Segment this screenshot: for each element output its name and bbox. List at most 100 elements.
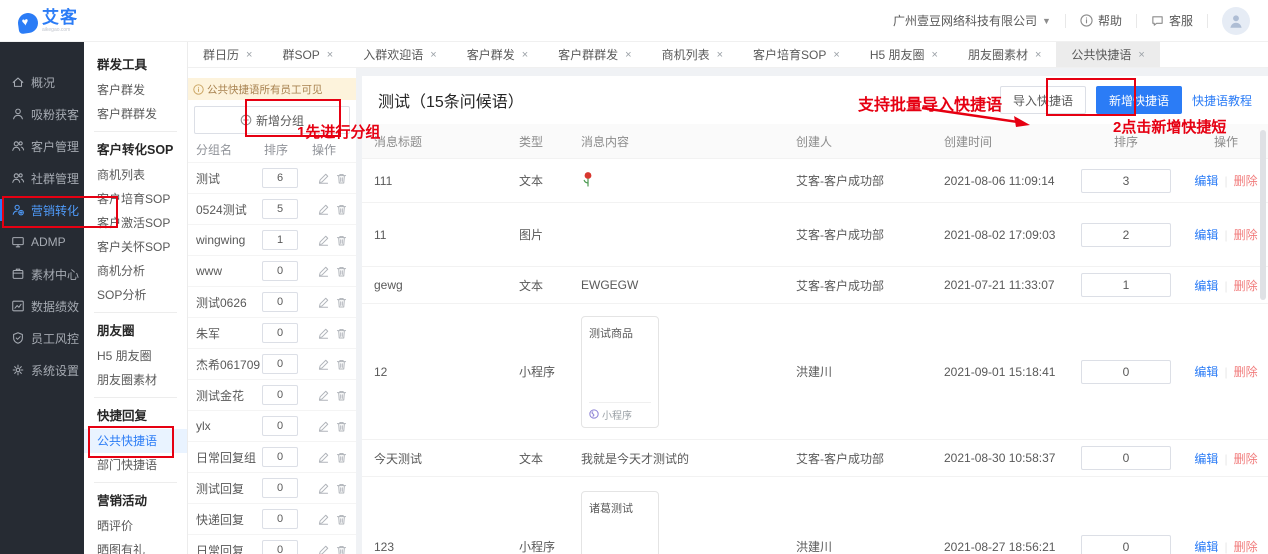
sort-input[interactable]: [1081, 168, 1171, 193]
trash-icon[interactable]: [335, 482, 348, 495]
tab-close-icon[interactable]: ×: [717, 49, 723, 61]
group-sort-input[interactable]: 0: [262, 261, 298, 281]
pencil-icon[interactable]: [317, 203, 330, 216]
edit-link[interactable]: 编辑: [1194, 540, 1218, 554]
submenu-item[interactable]: 客户群群发: [84, 102, 187, 126]
tab-close-icon[interactable]: ×: [833, 49, 839, 61]
group-row[interactable]: 测试 6: [188, 162, 356, 193]
pencil-icon[interactable]: [317, 451, 330, 464]
submenu-item[interactable]: 商机列表: [84, 163, 187, 187]
pencil-icon[interactable]: [317, 265, 330, 278]
vertical-scrollbar[interactable]: [1260, 130, 1266, 300]
edit-link[interactable]: 编辑: [1194, 174, 1218, 188]
tab[interactable]: 商机列表 ×: [647, 42, 738, 67]
delete-link[interactable]: 删除: [1234, 228, 1258, 242]
trash-icon[interactable]: [335, 544, 348, 554]
trash-icon[interactable]: [335, 296, 348, 309]
sidebar-item[interactable]: 社群管理: [0, 162, 84, 194]
submenu-item[interactable]: 部门快捷语: [84, 453, 187, 477]
tab[interactable]: 公共快捷语 ×: [1056, 42, 1160, 67]
pencil-icon[interactable]: [317, 420, 330, 433]
submenu-item[interactable]: SOP分析: [84, 283, 187, 307]
group-row[interactable]: 测试回复 0: [188, 472, 356, 503]
pencil-icon[interactable]: [317, 544, 330, 554]
customer-service-button[interactable]: 客服: [1151, 12, 1193, 29]
pencil-icon[interactable]: [317, 482, 330, 495]
group-sort-input[interactable]: 1: [262, 230, 298, 250]
group-sort-input[interactable]: 0: [262, 478, 298, 498]
submenu-item[interactable]: 客户激活SOP: [84, 211, 187, 235]
sidebar-item[interactable]: 系统设置: [0, 354, 84, 386]
group-row[interactable]: 快递回复 0: [188, 503, 356, 534]
sidebar-item[interactable]: 概况: [0, 66, 84, 98]
sidebar-item[interactable]: 营销转化: [0, 194, 84, 226]
trash-icon[interactable]: [335, 203, 348, 216]
sidebar-item[interactable]: 客户管理: [0, 130, 84, 162]
tab[interactable]: 群SOP ×: [267, 42, 348, 67]
tab-close-icon[interactable]: ×: [522, 49, 528, 61]
pencil-icon[interactable]: [317, 296, 330, 309]
group-row[interactable]: www 0: [188, 255, 356, 286]
group-sort-input[interactable]: 5: [262, 199, 298, 219]
brand-logo[interactable]: ♥ 艾客 aikegao.com: [16, 9, 78, 34]
submenu-item[interactable]: 公共快捷语: [84, 429, 187, 453]
pencil-icon[interactable]: [317, 327, 330, 340]
sort-input[interactable]: [1081, 446, 1171, 470]
sort-input[interactable]: [1081, 273, 1171, 297]
group-row[interactable]: 日常回复组 0: [188, 441, 356, 472]
tab-close-icon[interactable]: ×: [1138, 49, 1144, 61]
group-row[interactable]: 杰希061709 0: [188, 348, 356, 379]
group-row[interactable]: 0524测试 5: [188, 193, 356, 224]
tab-close-icon[interactable]: ×: [625, 49, 631, 61]
tab[interactable]: 客户群群发 ×: [543, 42, 646, 67]
pencil-icon[interactable]: [317, 358, 330, 371]
submenu-item[interactable]: H5 朋友圈: [84, 344, 187, 368]
user-avatar[interactable]: [1222, 6, 1250, 35]
sort-input[interactable]: [1081, 359, 1171, 384]
sidebar-item[interactable]: 素材中心: [0, 258, 84, 290]
submenu-item[interactable]: 客户群发: [84, 78, 187, 102]
trash-icon[interactable]: [335, 513, 348, 526]
submenu-item[interactable]: 晒评价: [84, 514, 187, 538]
pencil-icon[interactable]: [317, 389, 330, 402]
submenu-item[interactable]: 朋友圈素材: [84, 368, 187, 392]
trash-icon[interactable]: [335, 389, 348, 402]
tab[interactable]: 群日历 ×: [188, 42, 267, 67]
trash-icon[interactable]: [335, 358, 348, 371]
sort-input[interactable]: [1081, 534, 1171, 554]
trash-icon[interactable]: [335, 172, 348, 185]
sidebar-item[interactable]: ADMP: [0, 226, 84, 258]
tab-close-icon[interactable]: ×: [932, 49, 938, 61]
tab[interactable]: 客户培育SOP ×: [738, 42, 855, 67]
delete-link[interactable]: 删除: [1234, 452, 1258, 466]
trash-icon[interactable]: [335, 327, 348, 340]
group-row[interactable]: ylx 0: [188, 410, 356, 441]
tab[interactable]: 客户群发 ×: [452, 42, 543, 67]
tab[interactable]: 朋友圈素材 ×: [953, 42, 1056, 67]
submenu-item[interactable]: 客户关怀SOP: [84, 235, 187, 259]
group-sort-input[interactable]: 0: [262, 509, 298, 529]
company-selector[interactable]: 广州壹豆网络科技有限公司 ▼: [893, 12, 1051, 29]
tab[interactable]: 入群欢迎语 ×: [348, 42, 451, 67]
pencil-icon[interactable]: [317, 234, 330, 247]
group-sort-input[interactable]: 0: [262, 540, 298, 554]
delete-link[interactable]: 删除: [1234, 174, 1258, 188]
edit-link[interactable]: 编辑: [1194, 279, 1218, 293]
submenu-item[interactable]: 客户培育SOP: [84, 187, 187, 211]
group-sort-input[interactable]: 6: [262, 168, 298, 188]
group-sort-input[interactable]: 0: [262, 323, 298, 343]
sidebar-item[interactable]: 数据绩效: [0, 290, 84, 322]
submenu-item[interactable]: 晒图有礼: [84, 538, 187, 554]
delete-link[interactable]: 删除: [1234, 540, 1258, 554]
group-row[interactable]: 测试0626 0: [188, 286, 356, 317]
sort-input[interactable]: [1081, 222, 1171, 247]
tab-close-icon[interactable]: ×: [246, 49, 252, 61]
tab[interactable]: H5 朋友圈 ×: [855, 42, 953, 67]
edit-link[interactable]: 编辑: [1194, 365, 1218, 379]
tab-close-icon[interactable]: ×: [327, 49, 333, 61]
group-sort-input[interactable]: 0: [262, 354, 298, 374]
group-row[interactable]: 测试金花 0: [188, 379, 356, 410]
delete-link[interactable]: 删除: [1234, 365, 1258, 379]
sidebar-item[interactable]: 吸粉获客: [0, 98, 84, 130]
group-sort-input[interactable]: 0: [262, 447, 298, 467]
